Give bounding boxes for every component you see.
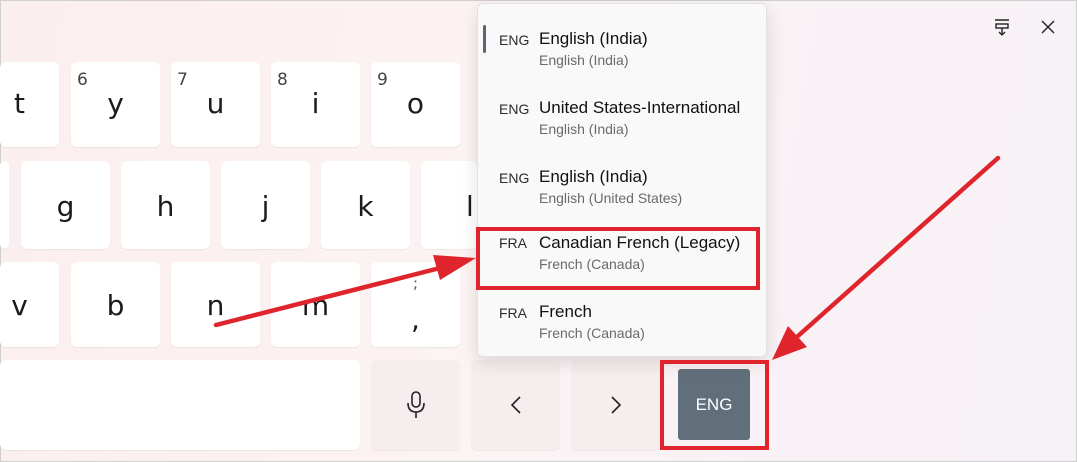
annotation-arrows bbox=[213, 155, 1001, 360]
arrow-to-menu-item bbox=[213, 255, 476, 328]
arrow-to-language-key bbox=[772, 155, 1001, 360]
